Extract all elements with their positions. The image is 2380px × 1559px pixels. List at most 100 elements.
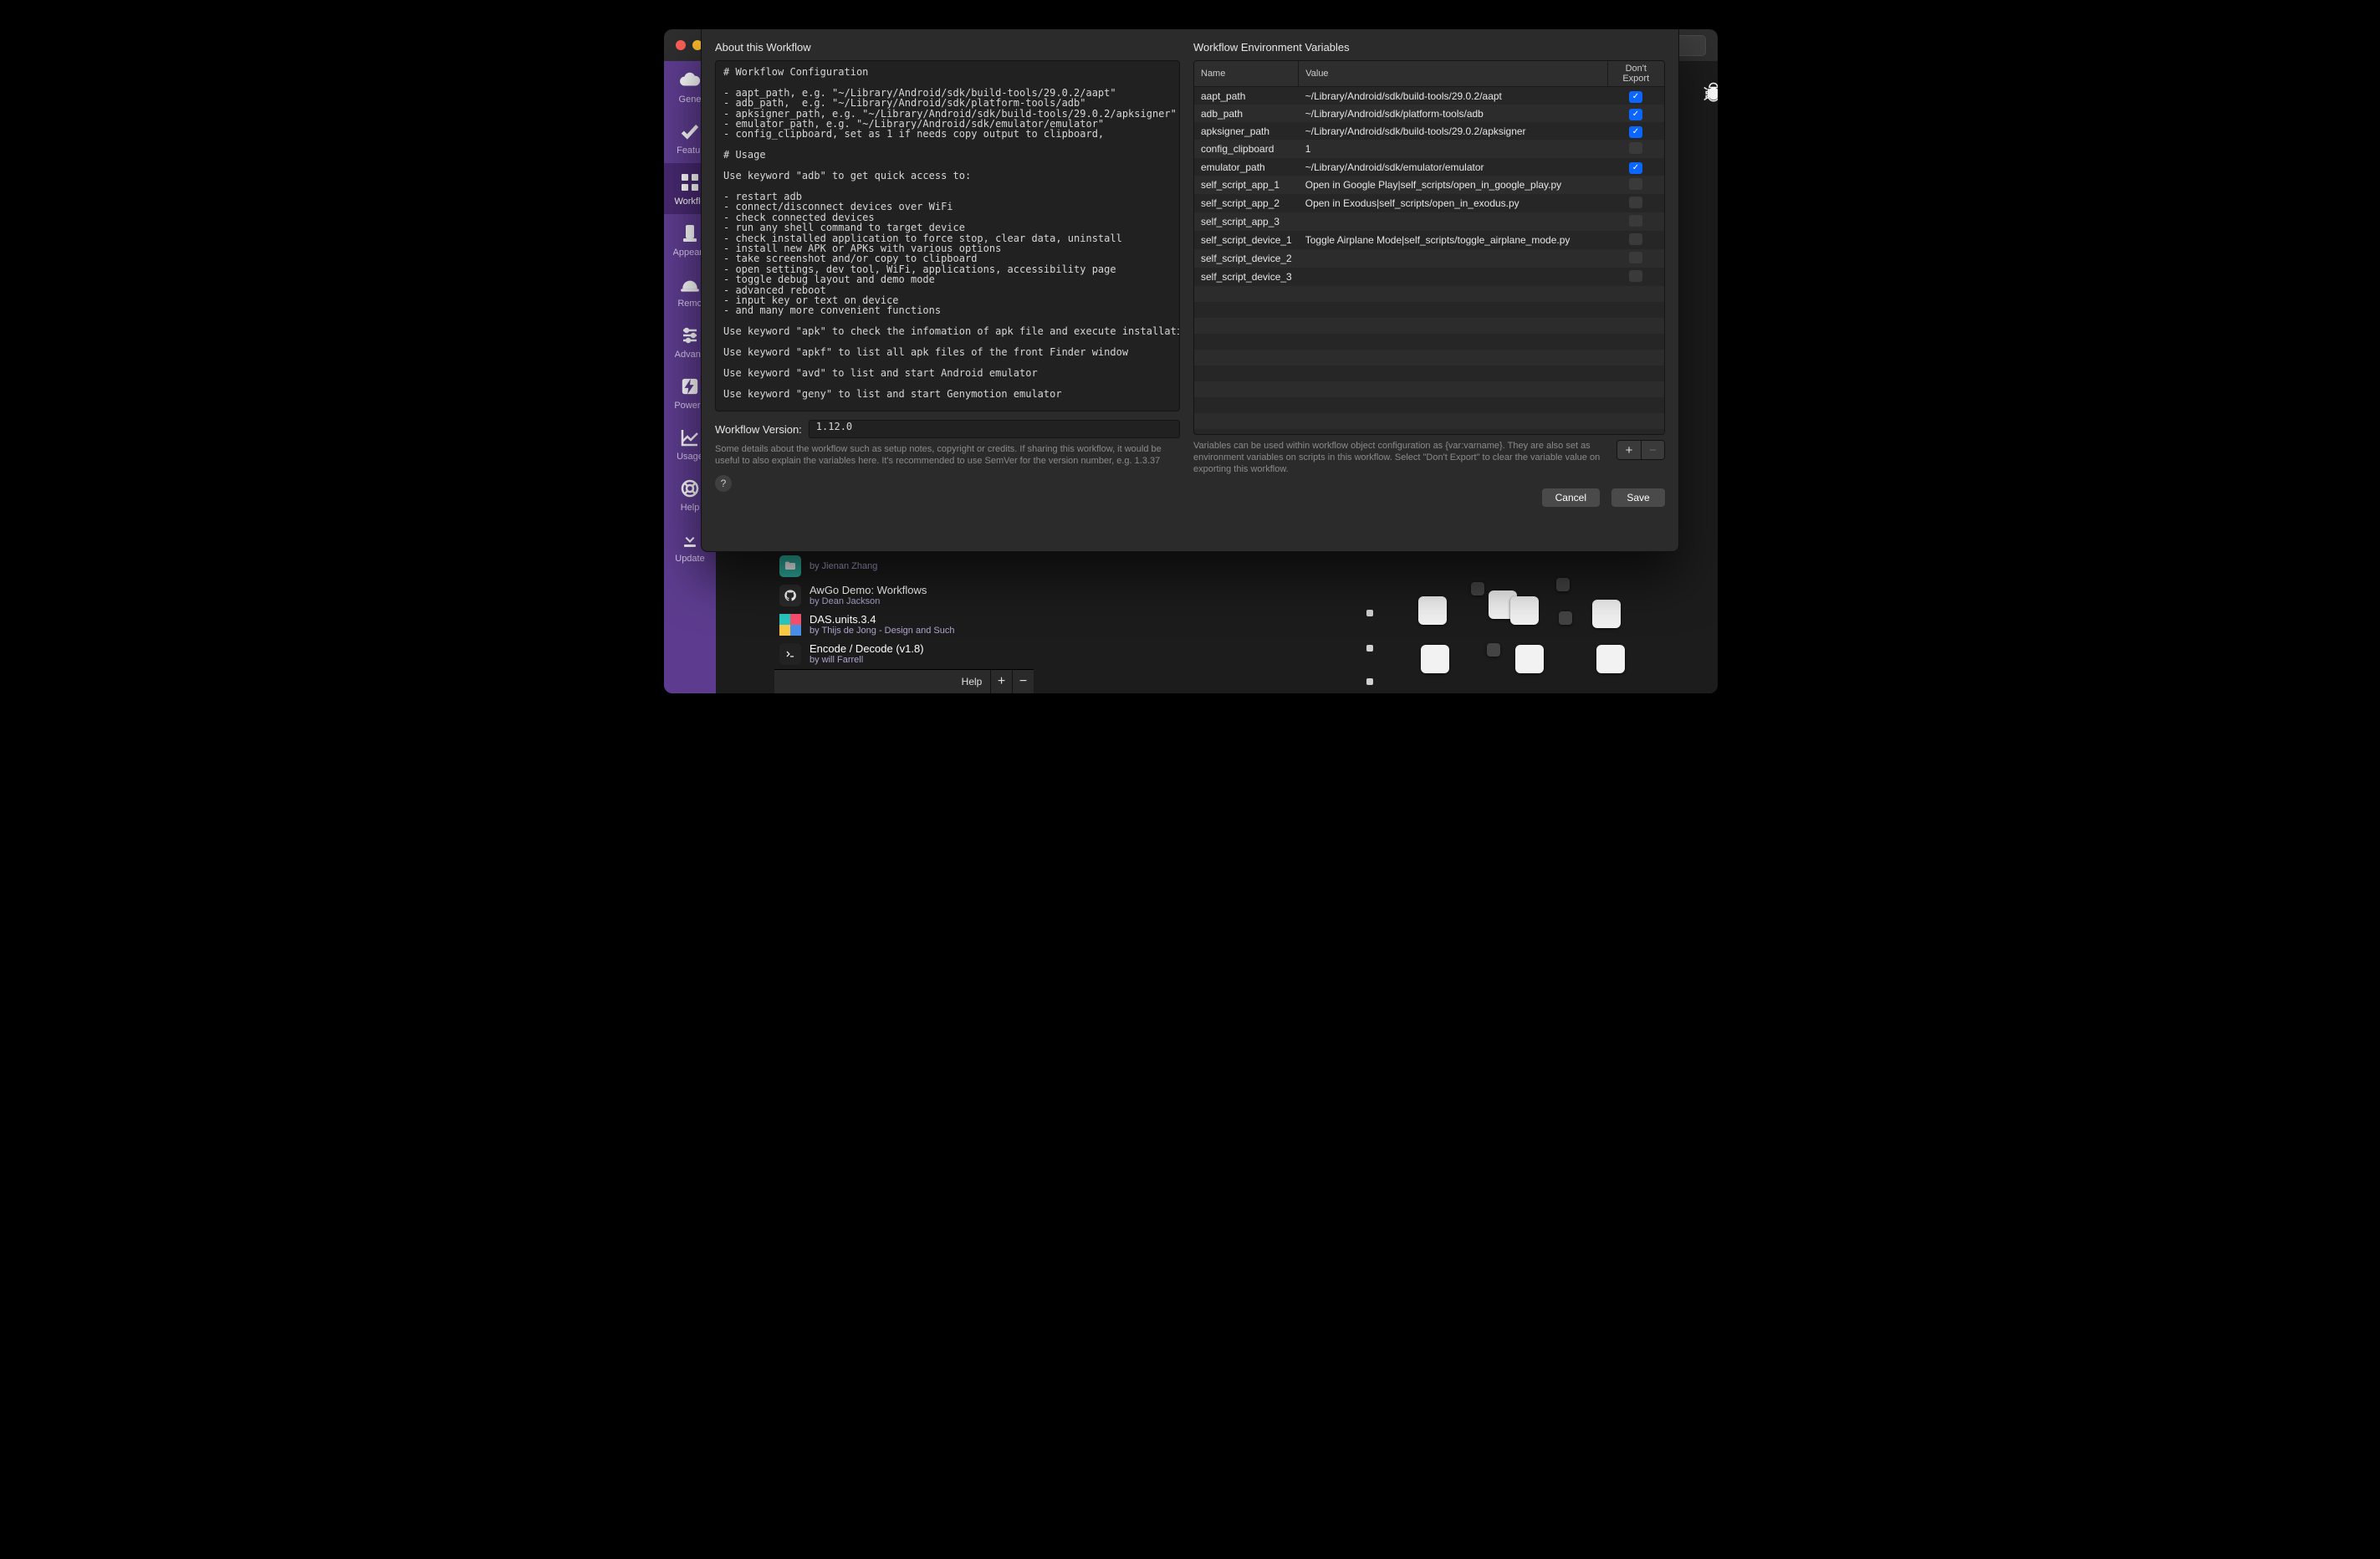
env-var-row[interactable]: self_script_app_2Open in Exodus|self_scr…: [1194, 194, 1664, 212]
workflow-list: by Jienan Zhang AwGo Demo: Workflowsby De…: [774, 552, 975, 668]
workflow-list-item[interactable]: AwGo Demo: Workflowsby Dean Jackson: [774, 580, 975, 610]
workflow-list-footer: Help + −: [774, 669, 1034, 693]
env-var-value[interactable]: [1299, 249, 1607, 268]
env-var-row[interactable]: aapt_path~/Library/Android/sdk/build-too…: [1194, 87, 1664, 105]
env-var-row[interactable]: adb_path~/Library/Android/sdk/platform-t…: [1194, 105, 1664, 122]
style-icon: [678, 222, 702, 245]
env-var-name[interactable]: emulator_path: [1194, 158, 1299, 176]
env-var-dont-export-checkbox[interactable]: [1629, 126, 1642, 138]
window-close-button[interactable]: [676, 40, 686, 50]
env-var-row[interactable]: self_script_app_3: [1194, 212, 1664, 231]
env-var-name[interactable]: self_script_app_3: [1194, 212, 1299, 231]
env-var-value[interactable]: ~/Library/Android/sdk/emulator/emulator: [1299, 158, 1607, 176]
terminal-icon: [779, 643, 801, 665]
workflow-node[interactable]: [1556, 578, 1570, 591]
env-var-row: [1194, 302, 1664, 318]
env-var-dont-export-checkbox[interactable]: [1629, 109, 1642, 120]
sidebar-label: Featur: [677, 146, 703, 156]
chart-icon: [678, 426, 702, 449]
workflow-port[interactable]: [1366, 645, 1373, 652]
env-var-row[interactable]: self_script_device_3: [1194, 268, 1664, 286]
env-var-dont-export-checkbox[interactable]: [1629, 233, 1642, 245]
workflow-node[interactable]: [1421, 645, 1449, 673]
env-vars-hint: Variables can be used within workflow ob…: [1193, 440, 1616, 475]
workflow-node[interactable]: [1487, 643, 1500, 657]
env-var-value[interactable]: ~/Library/Android/sdk/platform-tools/adb: [1299, 105, 1607, 122]
debug-icon[interactable]: [1701, 81, 1718, 106]
env-var-name[interactable]: aapt_path: [1194, 87, 1299, 105]
env-var-name[interactable]: config_clipboard: [1194, 140, 1299, 158]
env-vars-table: Name Value Don't Export aapt_path~/Libra…: [1193, 60, 1665, 435]
col-value[interactable]: Value: [1299, 61, 1607, 87]
check-icon: [678, 120, 702, 143]
sidebar-label: Update: [675, 554, 704, 564]
workflow-list-item[interactable]: by Jienan Zhang: [774, 552, 975, 580]
help-button[interactable]: ?: [715, 475, 732, 492]
env-var-name[interactable]: adb_path: [1194, 105, 1299, 122]
workflow-list-item[interactable]: DAS.units.3.4by Thijs de Jong - Design a…: [774, 610, 975, 639]
workflow-node[interactable]: [1471, 582, 1484, 595]
env-var-dont-export-checkbox[interactable]: [1629, 215, 1642, 227]
env-var-value[interactable]: [1299, 212, 1607, 231]
env-var-dont-export-checkbox[interactable]: [1629, 142, 1642, 154]
env-var-name[interactable]: self_script_device_1: [1194, 231, 1299, 249]
env-var-name[interactable]: self_script_app_2: [1194, 194, 1299, 212]
sliders-icon: [678, 324, 702, 347]
workflow-node[interactable]: [1515, 645, 1544, 673]
env-var-dont-export-checkbox[interactable]: [1629, 91, 1642, 103]
workflow-list-remove-button[interactable]: −: [1012, 670, 1034, 694]
workflow-list-add-button[interactable]: +: [990, 670, 1012, 694]
folder-icon: [779, 555, 801, 577]
env-var-row: [1194, 334, 1664, 350]
env-var-dont-export-checkbox[interactable]: [1629, 252, 1642, 263]
env-var-value[interactable]: Toggle Airplane Mode|self_scripts/toggle…: [1299, 231, 1607, 249]
cancel-button[interactable]: Cancel: [1542, 488, 1600, 507]
workflow-port[interactable]: [1366, 678, 1373, 685]
col-dont-export[interactable]: Don't Export: [1607, 61, 1664, 87]
workflow-version-input[interactable]: 1.12.0: [809, 420, 1180, 438]
workflow-list-help-button[interactable]: Help: [953, 670, 990, 694]
env-var-value[interactable]: ~/Library/Android/sdk/build-tools/29.0.2…: [1299, 87, 1607, 105]
env-var-row[interactable]: config_clipboard1: [1194, 140, 1664, 158]
workflow-node[interactable]: [1418, 596, 1447, 625]
env-var-name[interactable]: self_script_app_1: [1194, 176, 1299, 194]
save-button[interactable]: Save: [1611, 488, 1665, 507]
env-var-name[interactable]: self_script_device_3: [1194, 268, 1299, 286]
env-var-value[interactable]: ~/Library/Android/sdk/build-tools/29.0.2…: [1299, 122, 1607, 140]
env-var-value[interactable]: 1: [1299, 140, 1607, 158]
bolt-icon: [678, 375, 702, 398]
env-var-row: [1194, 365, 1664, 381]
env-var-dont-export-checkbox[interactable]: [1629, 162, 1642, 174]
env-var-remove-button[interactable]: −: [1641, 441, 1664, 459]
workflow-port[interactable]: [1366, 610, 1373, 616]
env-var-value[interactable]: [1299, 268, 1607, 286]
env-var-row: [1194, 318, 1664, 334]
about-workflow-textarea[interactable]: # Workflow Configuration - aapt_path, e.…: [715, 60, 1180, 411]
env-var-add-button[interactable]: +: [1617, 441, 1641, 459]
workflow-version-label: Workflow Version:: [715, 423, 802, 436]
env-var-name[interactable]: apksigner_path: [1194, 122, 1299, 140]
env-var-value[interactable]: Open in Google Play|self_scripts/open_in…: [1299, 176, 1607, 194]
workflow-version-hint: Some details about the workflow such as …: [715, 443, 1180, 467]
workflow-author: by Jienan Zhang: [810, 561, 877, 571]
env-var-dont-export-checkbox[interactable]: [1629, 270, 1642, 282]
workflow-node[interactable]: [1592, 600, 1621, 628]
workflow-node[interactable]: [1559, 611, 1572, 625]
workflow-node[interactable]: [1596, 645, 1625, 673]
env-var-row[interactable]: self_script_device_2: [1194, 249, 1664, 268]
lifebuoy-icon: [678, 477, 702, 500]
env-var-row[interactable]: self_script_device_1Toggle Airplane Mode…: [1194, 231, 1664, 249]
env-var-value[interactable]: Open in Exodus|self_scripts/open_in_exod…: [1299, 194, 1607, 212]
col-name[interactable]: Name: [1194, 61, 1299, 87]
workflow-author: by Thijs de Jong - Design and Such: [810, 626, 954, 636]
sidebar-label: Remo: [677, 299, 702, 309]
env-var-dont-export-checkbox[interactable]: [1629, 178, 1642, 190]
workflow-node[interactable]: [1510, 596, 1539, 625]
env-var-row[interactable]: self_script_app_1Open in Google Play|sel…: [1194, 176, 1664, 194]
env-var-row[interactable]: apksigner_path~/Library/Android/sdk/buil…: [1194, 122, 1664, 140]
env-var-row[interactable]: emulator_path~/Library/Android/sdk/emula…: [1194, 158, 1664, 176]
workflow-list-item[interactable]: Encode / Decode (v1.8)by will Farrell: [774, 639, 975, 668]
env-var-name[interactable]: self_script_device_2: [1194, 249, 1299, 268]
env-var-row: [1194, 350, 1664, 365]
env-var-dont-export-checkbox[interactable]: [1629, 197, 1642, 208]
